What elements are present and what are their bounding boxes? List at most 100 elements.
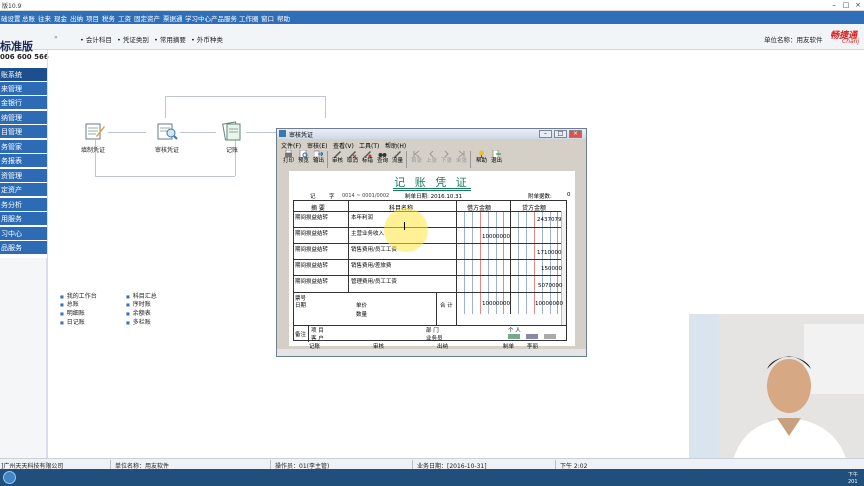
link-multi-column[interactable]: 多栏账 <box>126 317 151 326</box>
dialog-menu-tools[interactable]: 工具(T) <box>359 141 379 150</box>
row-summary[interactable]: 期间损益结转 <box>295 229 328 237</box>
row-account[interactable]: 本年利润 <box>351 213 373 221</box>
main-menu-bar: 础设置 总账 往来 现金 出纳 项目 税务 工资 固定资产 票据通 学习中心 产… <box>0 11 864 24</box>
toolbar-common-summary[interactable]: • 常用摘要 <box>154 34 186 44</box>
mark-error-button[interactable]: 标错 <box>360 150 375 169</box>
row-credit[interactable]: 5070000 <box>538 283 563 289</box>
toolbar-accounts[interactable]: • 会计科目 <box>80 34 112 44</box>
dialog-menu-file[interactable]: 文件(F) <box>281 141 301 150</box>
horizontal-scrollbar[interactable] <box>277 349 586 356</box>
voucher-type[interactable]: 记 <box>310 192 316 200</box>
toolbar-voucher-types[interactable]: • 凭证类别 <box>117 34 149 44</box>
flow-label-fill[interactable]: 填制凭证 <box>81 145 105 154</box>
toolbar-currency[interactable]: • 外币种类 <box>191 34 223 44</box>
row-credit[interactable]: 2437079 <box>537 217 562 223</box>
sidebar-item[interactable]: 用服务 <box>0 212 47 226</box>
link-balance-sheet[interactable]: 余额表 <box>126 308 151 317</box>
row-summary[interactable]: 期间损益结转 <box>295 213 328 221</box>
close-button[interactable]: × <box>852 1 864 9</box>
menu-item[interactable]: 窗口 <box>261 13 274 23</box>
fill-voucher-icon[interactable] <box>82 121 106 141</box>
minimize-button[interactable]: – <box>828 1 840 9</box>
remark-label: 备注 <box>295 332 307 338</box>
dialog-title-bar[interactable]: 审核凭证 – □ × <box>277 129 586 139</box>
menu-item[interactable]: 税务 <box>102 13 115 23</box>
cursor-highlight <box>384 208 428 252</box>
sidebar-item[interactable]: 定资产 <box>0 183 47 197</box>
link-chronological[interactable]: 序时账 <box>126 299 151 308</box>
sidebar-item[interactable]: 务报表 <box>0 154 47 168</box>
row-credit[interactable]: 150000 <box>541 266 562 272</box>
sidebar-item[interactable]: 务分析 <box>0 198 47 212</box>
print-button[interactable]: 打印 <box>281 150 296 169</box>
row-summary[interactable]: 期间损益结转 <box>295 245 328 253</box>
row-summary[interactable]: 期间损益结转 <box>295 277 328 285</box>
voucher-zi: 字 <box>329 194 335 200</box>
link-journal[interactable]: 日记账 <box>60 317 85 326</box>
preview-button[interactable]: 预览 <box>296 150 311 169</box>
menu-item[interactable]: 帮助 <box>277 13 290 23</box>
link-detail-ledger[interactable]: 明细账 <box>60 308 85 317</box>
collapse-icon[interactable]: » <box>54 34 58 41</box>
menu-item[interactable]: 项目 <box>86 13 99 23</box>
query-button[interactable]: 查询 <box>375 150 390 169</box>
cancel-audit-button[interactable]: 取消 <box>345 150 360 169</box>
audit-voucher-dialog: 审核凭证 – □ × 文件(F) 审核(E) 查看(V) 工具(T) 帮助(H)… <box>276 128 587 357</box>
dialog-menu-view[interactable]: 查看(V) <box>333 141 354 150</box>
menu-item[interactable]: 出纳 <box>70 13 83 23</box>
link-general-ledger[interactable]: 总账 <box>60 299 79 308</box>
menu-item[interactable]: 工资 <box>118 13 131 23</box>
exit-button[interactable]: 退出 <box>489 150 504 169</box>
sidebar-item[interactable]: 目管理 <box>0 125 47 139</box>
dialog-menu-audit[interactable]: 审核(E) <box>307 141 327 150</box>
menu-item[interactable]: 固定资产 <box>134 13 160 23</box>
cashflow-button[interactable]: 流量 <box>390 150 405 169</box>
menu-item[interactable]: 工作圈 <box>239 13 259 23</box>
toolbar-separator <box>470 151 471 168</box>
dialog-maximize-button[interactable]: □ <box>554 130 567 138</box>
sidebar-item[interactable]: 纳管理 <box>0 111 47 125</box>
menu-item[interactable]: 总账 <box>22 13 35 23</box>
dialog-minimize-button[interactable]: – <box>539 130 552 138</box>
last-page-button[interactable]: 末张 <box>454 150 469 169</box>
audit-voucher-icon[interactable] <box>155 121 179 141</box>
help-button[interactable]: 帮助 <box>474 150 489 169</box>
row-account[interactable]: 管理费用/员工工资 <box>351 277 397 285</box>
post-ledger-icon[interactable] <box>220 121 244 141</box>
sidebar-item[interactable]: 资管理 <box>0 169 47 183</box>
sidebar-item[interactable]: 账系统 <box>0 68 47 82</box>
menu-item[interactable]: 往来 <box>38 13 51 23</box>
dialog-menu-help[interactable]: 帮助(H) <box>385 141 406 150</box>
audit-button[interactable]: 审核 <box>330 150 345 169</box>
row-account[interactable]: 销售费用/员工工资 <box>351 245 397 253</box>
prev-page-button[interactable]: 上张 <box>424 150 439 169</box>
attachments-value[interactable]: 0 <box>567 192 571 198</box>
voucher-date[interactable]: 制单日期: 2016.10.31 <box>405 192 462 200</box>
menu-item[interactable]: 学习中心 <box>185 13 211 23</box>
sidebar-item[interactable]: 习中心 <box>0 227 47 241</box>
row-debit[interactable]: 10000000 <box>482 234 510 240</box>
flow-label-post[interactable]: 记账 <box>226 145 238 154</box>
export-button[interactable]: 输出 <box>311 150 326 169</box>
flow-label-audit[interactable]: 审核凭证 <box>155 145 179 154</box>
menu-item[interactable]: 票据通 <box>163 13 183 23</box>
start-button-icon[interactable] <box>3 471 16 484</box>
app-icon <box>279 130 286 137</box>
menu-item[interactable]: 础设置 <box>1 13 21 23</box>
sidebar-item[interactable]: 来管理 <box>0 82 47 96</box>
row-account[interactable]: 销售费用/差旅费 <box>351 261 391 269</box>
flow-connector <box>165 96 166 118</box>
sidebar-item[interactable]: 品服务 <box>0 241 47 255</box>
menu-item[interactable]: 现金 <box>54 13 67 23</box>
row-credit[interactable]: 1710000 <box>537 250 562 256</box>
sidebar-item[interactable]: 务管家 <box>0 140 47 154</box>
next-page-button[interactable]: 下张 <box>439 150 454 169</box>
dialog-close-button[interactable]: × <box>569 130 582 138</box>
row-summary[interactable]: 期间损益结转 <box>295 261 328 269</box>
row-account[interactable]: 主营业务收入 <box>351 229 384 237</box>
maximize-button[interactable]: □ <box>840 1 852 9</box>
sidebar-item[interactable]: 金银行 <box>0 96 47 110</box>
menu-item[interactable]: 产品服务 <box>211 13 237 23</box>
brand-logo-sub: Chanj <box>842 38 860 45</box>
first-page-button[interactable]: 首张 <box>409 150 424 169</box>
